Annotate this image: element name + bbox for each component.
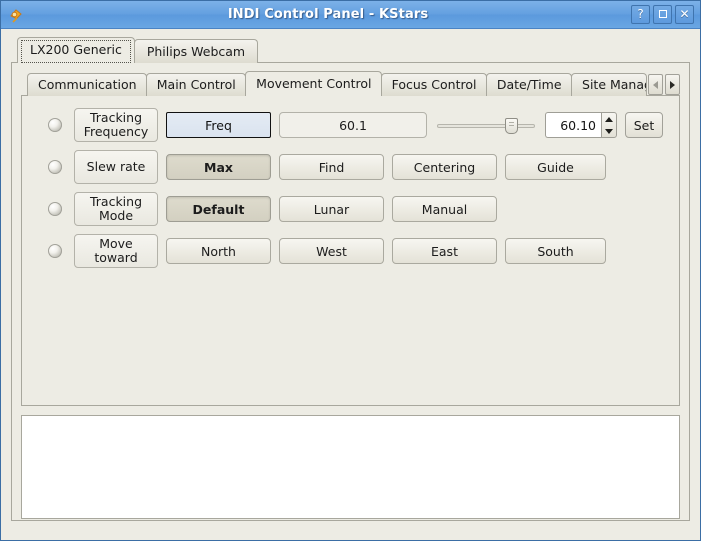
property-label-text: Move toward	[94, 236, 138, 265]
indi-telescope-icon	[7, 6, 25, 24]
device-tab-bar: LX200 Generic Philips Webcam	[11, 37, 690, 63]
property-row-tracking-frequency: Tracking Frequency Freq 60.1 60.10 Set	[36, 108, 665, 142]
caret-up-icon	[605, 116, 613, 122]
movement-control-panel: Tracking Frequency Freq 60.1 60.10 Set S…	[21, 95, 680, 406]
property-row-tracking-mode: Tracking Mode Default Lunar Manual	[36, 192, 665, 226]
move-toward-option-south[interactable]: South	[505, 238, 606, 264]
tracking-frequency-spinbox[interactable]: 60.10	[545, 112, 617, 138]
close-button[interactable]: ✕	[675, 5, 694, 24]
move-toward-option-east[interactable]: East	[392, 238, 497, 264]
status-led-slew-rate	[48, 160, 62, 174]
move-toward-option-west[interactable]: West	[279, 238, 384, 264]
group-tab-date-time[interactable]: Date/Time	[485, 73, 573, 96]
client-area: LX200 Generic Philips Webcam Communicati…	[1, 29, 700, 540]
tracking-mode-option-lunar[interactable]: Lunar	[279, 196, 384, 222]
freq-toggle-button[interactable]: Freq	[166, 112, 271, 138]
group-tab-focus-control[interactable]: Focus Control	[380, 73, 487, 96]
spinbox-value[interactable]: 60.10	[545, 112, 601, 138]
move-toward-option-north[interactable]: North	[166, 238, 271, 264]
property-row-move-toward: Move toward North West East South	[36, 234, 665, 268]
property-row-slew-rate: Slew rate Max Find Centering Guide	[36, 150, 665, 184]
property-label-move-toward: Move toward	[74, 234, 158, 268]
status-led-tracking-mode	[48, 202, 62, 216]
property-label-text: Tracking Mode	[89, 194, 143, 223]
slider-groove	[437, 124, 535, 128]
maximize-icon	[658, 9, 667, 18]
tracking-frequency-value: 60.1	[279, 112, 427, 138]
tab-scroll-left-button[interactable]	[648, 74, 664, 95]
spinbox-decrement-button[interactable]	[602, 125, 616, 137]
tracking-mode-option-default[interactable]: Default	[166, 196, 271, 222]
set-button[interactable]: Set	[625, 112, 663, 138]
property-label-text: Tracking Frequency	[83, 110, 149, 139]
device-panel: Communication Main Control Movement Cont…	[11, 62, 690, 521]
window-controls: ? ✕	[631, 5, 696, 24]
slider-handle[interactable]	[505, 118, 518, 134]
device-log-textarea[interactable]	[21, 415, 680, 519]
property-label-text: Slew rate	[86, 159, 146, 174]
focus-ring	[21, 40, 131, 63]
group-tab-main-control[interactable]: Main Control	[145, 73, 247, 96]
help-button[interactable]: ?	[631, 5, 650, 24]
maximize-button[interactable]	[653, 5, 672, 24]
window-title: INDI Control Panel - KStars	[227, 7, 429, 22]
device-tab-philips-webcam[interactable]: Philips Webcam	[133, 39, 259, 63]
group-tab-site-manage[interactable]: Site Manage	[571, 73, 648, 96]
group-tab-bar: Communication Main Control Movement Cont…	[21, 71, 681, 96]
device-tab-label: Philips Webcam	[146, 44, 246, 59]
group-tab-communication[interactable]: Communication	[27, 73, 147, 96]
property-label-tracking-frequency: Tracking Frequency	[74, 108, 158, 142]
slew-rate-option-guide[interactable]: Guide	[505, 154, 606, 180]
tab-scroll-right-button[interactable]	[665, 74, 681, 95]
tracking-frequency-slider[interactable]	[437, 114, 535, 136]
spinbox-arrows	[601, 112, 617, 138]
property-label-slew-rate: Slew rate	[74, 150, 158, 184]
title-bar: INDI Control Panel - KStars ? ✕	[1, 1, 700, 29]
tab-scroll-controls	[648, 74, 681, 96]
caret-down-icon	[605, 128, 613, 134]
slew-rate-option-max[interactable]: Max	[166, 154, 271, 180]
group-tab-movement-control[interactable]: Movement Control	[245, 71, 382, 96]
property-label-tracking-mode: Tracking Mode	[74, 192, 158, 226]
chevron-left-icon	[653, 80, 659, 89]
status-led-tracking-frequency	[48, 118, 62, 132]
slew-rate-option-centering[interactable]: Centering	[392, 154, 497, 180]
indi-control-panel-window: INDI Control Panel - KStars ? ✕ LX200 Ge…	[0, 0, 701, 541]
spinbox-increment-button[interactable]	[602, 113, 616, 125]
tracking-mode-option-manual[interactable]: Manual	[392, 196, 497, 222]
device-tab-lx200-generic[interactable]: LX200 Generic	[17, 37, 135, 63]
slew-rate-option-find[interactable]: Find	[279, 154, 384, 180]
status-led-move-toward	[48, 244, 62, 258]
chevron-right-icon	[670, 80, 676, 89]
